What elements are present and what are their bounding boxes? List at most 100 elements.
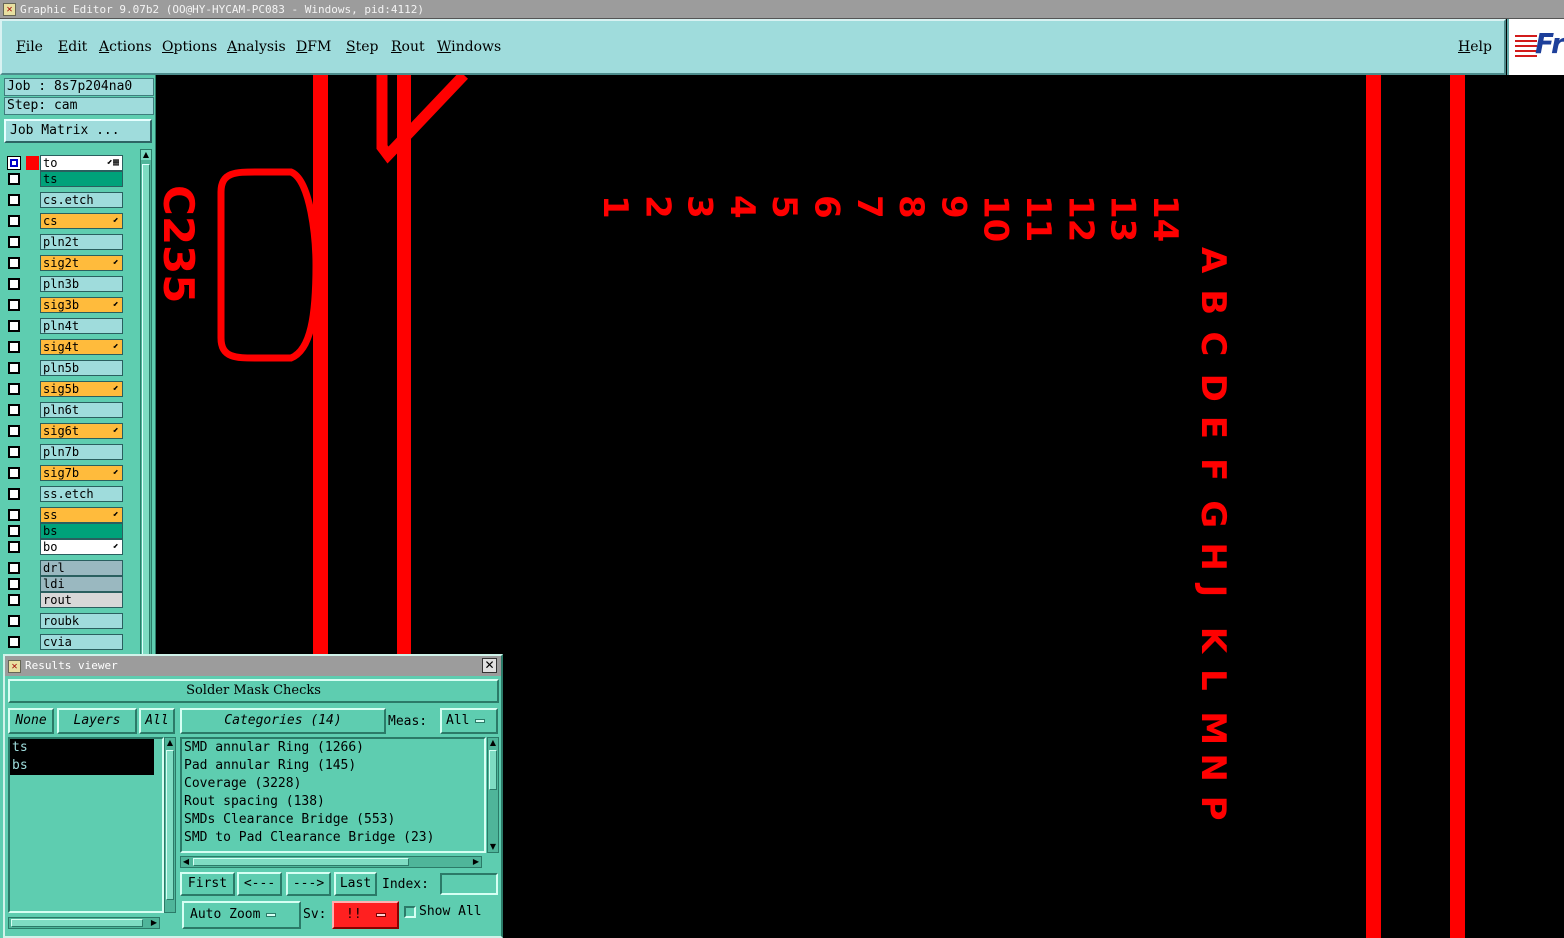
- layer-row[interactable]: sig6t ⬋: [4, 423, 138, 439]
- severity-dropdown[interactable]: !!: [332, 901, 399, 929]
- menu-step[interactable]: Step: [346, 39, 378, 55]
- layer-checkbox[interactable]: [8, 525, 20, 537]
- categories-button[interactable]: Categories (14): [180, 708, 386, 734]
- layer-name[interactable]: pln5b: [40, 360, 123, 376]
- scroll-right-icon[interactable]: ▶: [149, 918, 159, 928]
- layer-checkbox[interactable]: [7, 156, 21, 170]
- layer-name[interactable]: to ⬋▦: [40, 155, 123, 171]
- layer-name[interactable]: drl: [40, 560, 123, 576]
- layer-name[interactable]: pln7b: [40, 444, 123, 460]
- scroll-thumb[interactable]: [166, 750, 174, 900]
- layers-none-button[interactable]: None: [8, 708, 54, 734]
- layer-row[interactable]: pln3b: [4, 276, 138, 292]
- layer-row[interactable]: sig4t ⬋: [4, 339, 138, 355]
- layer-checkbox[interactable]: [8, 509, 20, 521]
- menu-rout[interactable]: Rout: [391, 39, 425, 55]
- layer-name[interactable]: sig4t ⬋: [40, 339, 123, 355]
- layer-name[interactable]: sig6t ⬋: [40, 423, 123, 439]
- layer-name[interactable]: ss ⬋: [40, 507, 123, 523]
- layer-checkbox[interactable]: [8, 594, 20, 606]
- layer-checkbox[interactable]: [8, 299, 20, 311]
- layer-name[interactable]: sig7b ⬋: [40, 465, 123, 481]
- last-button[interactable]: Last: [334, 872, 377, 896]
- next-button[interactable]: --->: [286, 872, 331, 896]
- layer-name[interactable]: ss.etch: [40, 486, 123, 502]
- category-list-hscrollbar[interactable]: ◀ ▶: [180, 856, 482, 868]
- index-input[interactable]: [440, 873, 498, 895]
- scroll-thumb[interactable]: [193, 858, 409, 866]
- layer-row[interactable]: pln5b: [4, 360, 138, 376]
- layer-name[interactable]: cvia: [40, 634, 123, 650]
- layer-checkbox[interactable]: [8, 194, 20, 206]
- layer-name[interactable]: pln6t: [40, 402, 123, 418]
- layer-checkbox[interactable]: [8, 541, 20, 553]
- list-item-category[interactable]: SMDs Clearance Bridge (553): [182, 811, 484, 829]
- layer-row[interactable]: ss ⬋: [4, 507, 138, 523]
- layer-name[interactable]: pln3b: [40, 276, 123, 292]
- layer-name[interactable]: sig2t ⬋: [40, 255, 123, 271]
- layer-checkbox[interactable]: [8, 488, 20, 500]
- layer-row[interactable]: sig2t ⬋: [4, 255, 138, 271]
- menu-actions[interactable]: Actions: [99, 39, 152, 55]
- list-item-layer[interactable]: bs: [10, 757, 154, 775]
- scroll-thumb[interactable]: [142, 164, 150, 684]
- layer-checkbox[interactable]: [8, 320, 20, 332]
- layer-name[interactable]: bo ⬋: [40, 539, 123, 555]
- scroll-thumb[interactable]: [489, 750, 497, 790]
- menu-edit[interactable]: Edit: [58, 39, 87, 55]
- layer-checkbox[interactable]: [8, 404, 20, 416]
- layer-row[interactable]: ts: [4, 171, 138, 187]
- layer-checkbox[interactable]: [8, 562, 20, 574]
- layers-all-button[interactable]: All: [139, 708, 175, 734]
- layer-row[interactable]: ldi: [4, 576, 138, 592]
- first-button[interactable]: First: [180, 872, 235, 896]
- layer-name[interactable]: pln2t: [40, 234, 123, 250]
- layers-toggle-button[interactable]: Layers: [57, 708, 137, 734]
- menu-help[interactable]: Help: [1458, 39, 1492, 55]
- layer-row[interactable]: cs.etch: [4, 192, 138, 208]
- layer-name[interactable]: bs: [40, 523, 123, 539]
- layer-row[interactable]: sig3b ⬋: [4, 297, 138, 313]
- layer-checkbox[interactable]: [8, 636, 20, 648]
- layer-name[interactable]: sig5b ⬋: [40, 381, 123, 397]
- layer-name[interactable]: pln4t: [40, 318, 123, 334]
- layer-row[interactable]: pln2t: [4, 234, 138, 250]
- scroll-thumb[interactable]: [11, 919, 143, 927]
- category-list[interactable]: SMD annular Ring (1266) Pad annular Ring…: [180, 737, 486, 853]
- layer-row[interactable]: roubk: [4, 613, 138, 629]
- layer-list-hscrollbar[interactable]: ▶: [8, 917, 160, 929]
- layer-checkbox[interactable]: [8, 362, 20, 374]
- layer-checkbox[interactable]: [8, 173, 20, 185]
- layer-row[interactable]: drl: [4, 560, 138, 576]
- layer-row[interactable]: cs ⬋: [4, 213, 138, 229]
- layer-row[interactable]: bs: [4, 523, 138, 539]
- scroll-up-icon[interactable]: ▲: [141, 150, 151, 160]
- menu-options[interactable]: Options: [162, 39, 217, 55]
- layer-row[interactable]: sig7b ⬋: [4, 465, 138, 481]
- scroll-up-icon[interactable]: ▲: [488, 738, 498, 748]
- list-item-category[interactable]: SMD annular Ring (1266): [182, 739, 484, 757]
- layer-checkbox[interactable]: [8, 425, 20, 437]
- list-item-category[interactable]: SMD to Pad Clearance Bridge (23): [182, 829, 484, 847]
- layer-checkbox[interactable]: [8, 467, 20, 479]
- job-matrix-button[interactable]: Job Matrix ...: [4, 119, 152, 143]
- layer-checkbox[interactable]: [8, 578, 20, 590]
- layer-checkbox[interactable]: [8, 446, 20, 458]
- layer-row[interactable]: cvia: [4, 634, 138, 650]
- layer-checkbox[interactable]: [8, 257, 20, 269]
- layer-row[interactable]: bo ⬋: [4, 539, 138, 555]
- layer-checkbox[interactable]: [8, 341, 20, 353]
- list-item-layer[interactable]: ts: [10, 739, 154, 757]
- list-item-category[interactable]: Coverage (3228): [182, 775, 484, 793]
- list-item-category[interactable]: Rout spacing (138): [182, 793, 484, 811]
- scroll-right-icon[interactable]: ▶: [471, 857, 481, 867]
- layer-row[interactable]: pln4t: [4, 318, 138, 334]
- layer-checkbox[interactable]: [8, 615, 20, 627]
- layer-name[interactable]: ts: [40, 171, 123, 187]
- layer-name[interactable]: roubk: [40, 613, 123, 629]
- list-item-category[interactable]: Pad annular Ring (145): [182, 757, 484, 775]
- menu-dfm[interactable]: DFM: [296, 39, 331, 55]
- layer-checkbox[interactable]: [8, 236, 20, 248]
- layer-row[interactable]: to ⬋▦: [4, 155, 138, 171]
- layer-row[interactable]: pln7b: [4, 444, 138, 460]
